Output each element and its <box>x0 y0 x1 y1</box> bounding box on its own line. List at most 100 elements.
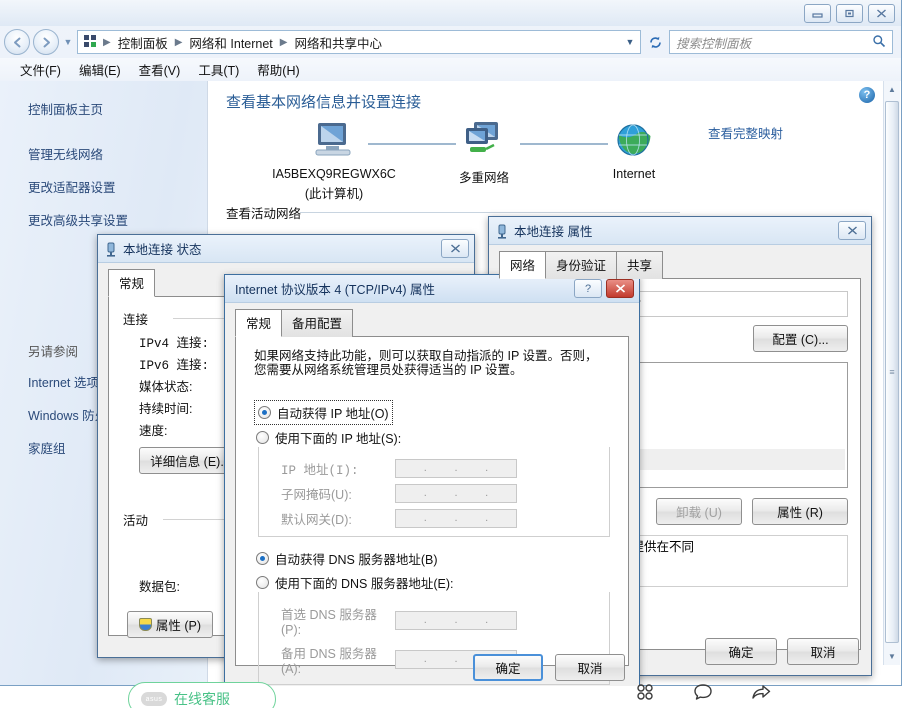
preferred-dns-input[interactable]: . . . <box>395 611 517 630</box>
tab-sharing[interactable]: 共享 <box>616 251 663 279</box>
breadcrumb-item-2[interactable]: 网络和共享中心 <box>291 33 387 52</box>
help-button[interactable]: ? <box>574 279 602 298</box>
obtain-dns-automatically-radio[interactable]: 自动获得 DNS 服务器地址(B) <box>256 549 616 568</box>
default-gateway-label: 默认网关(D): <box>281 509 389 528</box>
history-dropdown-icon[interactable]: ▼ <box>62 37 74 47</box>
dialog-titlebar: 本地连接 属性 <box>489 217 871 245</box>
breadcrumb-item-1[interactable]: 网络和 Internet <box>185 33 276 52</box>
asus-online-support-widget[interactable]: asus 在线客服 <box>128 682 276 708</box>
help-icon[interactable]: ? <box>859 87 875 103</box>
dialog-window-controls <box>441 239 469 258</box>
menu-help[interactable]: 帮助(H) <box>249 58 307 81</box>
dialog-title: 本地连接 属性 <box>514 221 592 240</box>
details-button[interactable]: 详细信息 (E). <box>139 447 235 474</box>
dialog-title: 本地连接 状态 <box>123 239 201 258</box>
tab-general[interactable]: 常规 <box>235 309 282 337</box>
close-button[interactable] <box>838 221 866 240</box>
uac-shield-icon <box>139 618 152 631</box>
address-bar[interactable]: ▶ 控制面板 ▶ 网络和 Internet ▶ 网络和共享中心 ▼ <box>77 30 641 54</box>
apps-grid-icon[interactable] <box>634 681 656 706</box>
back-button[interactable] <box>4 29 30 55</box>
close-button[interactable] <box>606 279 634 298</box>
scrollbar-thumb[interactable]: ≡ <box>885 101 899 643</box>
preferred-dns-label: 首选 DNS 服务器(P): <box>281 604 389 637</box>
breadcrumb-separator: ▶ <box>102 37 112 48</box>
scrollbar-grip: ≡ <box>889 367 894 377</box>
search-input[interactable]: 搜索控制面板 <box>676 33 872 52</box>
dialog-tabs: 网络 身份验证 共享 <box>489 251 871 279</box>
sidebar-item-advanced-sharing[interactable]: 更改高级共享设置 <box>28 210 207 229</box>
use-following-ip-label: 使用下面的 IP 地址(S): <box>275 428 401 447</box>
ip-dot: . <box>485 512 488 524</box>
breadcrumb-item-0[interactable]: 控制面板 <box>114 33 172 52</box>
use-following-dns-radio[interactable]: 使用下面的 DNS 服务器地址(E): <box>256 573 616 592</box>
asus-logo: asus <box>141 692 167 706</box>
sidebar-item-control-panel-home[interactable]: 控制面板主页 <box>28 99 207 118</box>
ip-dot: . <box>424 487 427 499</box>
close-button[interactable] <box>441 239 469 258</box>
properties-button[interactable]: 属性 (P) <box>127 611 213 638</box>
obtain-ip-automatically-radio[interactable]: 自动获得 IP 地址(O) <box>256 402 391 423</box>
network-adapter-icon <box>497 224 507 238</box>
radio-indicator <box>256 576 269 589</box>
menu-tools[interactable]: 工具(T) <box>190 58 247 81</box>
menu-file[interactable]: 文件(F) <box>12 58 69 81</box>
ok-button[interactable]: 确定 <box>705 638 777 665</box>
ip-address-input[interactable]: . . . <box>395 459 517 478</box>
dialog-tabs: 常规 备用配置 <box>225 309 639 337</box>
forward-button[interactable] <box>33 29 59 55</box>
description-line-2: 您需要从网络系统管理员处获得适当的 IP 设置。 <box>254 363 610 377</box>
activity-section-heading: 活动 <box>123 514 148 528</box>
sidebar-item-change-adapter[interactable]: 更改适配器设置 <box>28 177 207 196</box>
vertical-scrollbar[interactable]: ▲ ≡ ▼ <box>883 81 900 665</box>
minimize-button[interactable] <box>804 4 831 23</box>
dialog-buttons: 确定 取消 <box>705 638 859 665</box>
multiple-networks-icon[interactable] <box>460 121 508 161</box>
chevron-down-icon[interactable]: ▼ <box>622 37 638 47</box>
default-gateway-input[interactable]: . . . <box>395 509 517 528</box>
tab-alternate-config[interactable]: 备用配置 <box>281 309 353 337</box>
chat-bubble-icon[interactable] <box>692 681 714 706</box>
window-controls <box>804 4 895 23</box>
properties-button[interactable]: 属性 (R) <box>752 498 848 525</box>
breadcrumb-separator: ▶ <box>279 37 289 48</box>
subnet-mask-input[interactable]: . . . <box>395 484 517 503</box>
scroll-up-arrow-icon[interactable]: ▲ <box>884 81 900 98</box>
search-icon <box>872 34 886 51</box>
ip-dot: . <box>424 462 427 474</box>
maximize-button[interactable] <box>836 4 863 23</box>
tab-network[interactable]: 网络 <box>499 251 546 279</box>
use-following-dns-label: 使用下面的 DNS 服务器地址(E): <box>275 573 453 592</box>
ok-button[interactable]: 确定 <box>473 654 543 681</box>
this-computer-label: (此计算机) <box>254 183 414 202</box>
sidebar-item-manage-wireless[interactable]: 管理无线网络 <box>28 144 207 163</box>
link-line-2 <box>520 143 608 145</box>
close-button[interactable] <box>868 4 895 23</box>
computer-icon[interactable] <box>310 121 358 161</box>
scroll-down-arrow-icon[interactable]: ▼ <box>884 648 900 665</box>
link-line-1 <box>368 143 456 145</box>
screen: ▼ ▶ 控制面板 ▶ 网络和 Internet ▶ 网络和共享中心 ▼ <box>0 0 902 708</box>
use-following-ip-radio[interactable]: 使用下面的 IP 地址(S): <box>256 428 616 447</box>
refresh-button[interactable] <box>644 30 666 54</box>
view-full-map-link[interactable]: 查看完整映射 <box>708 123 783 142</box>
menu-view[interactable]: 查看(V) <box>131 58 189 81</box>
dialog-window-controls <box>838 221 866 240</box>
tab-authentication[interactable]: 身份验证 <box>545 251 617 279</box>
cancel-button[interactable]: 取消 <box>555 654 625 681</box>
configure-button[interactable]: 配置 (C)... <box>753 325 848 352</box>
description-line-1: 如果网络支持此功能，则可以获取自动指派的 IP 设置。否则， <box>254 349 610 363</box>
search-box[interactable]: 搜索控制面板 <box>669 30 893 54</box>
ip-address-label: IP 地址(I): <box>281 459 389 478</box>
tray-icons <box>634 681 772 706</box>
uninstall-button[interactable]: 卸载 (U) <box>656 498 742 525</box>
ip-dot: . <box>454 487 457 499</box>
share-arrow-icon[interactable] <box>750 681 772 706</box>
ip-dot: . <box>424 614 427 626</box>
tab-general[interactable]: 常规 <box>108 269 155 297</box>
menu-edit[interactable]: 编辑(E) <box>71 58 129 81</box>
ip-dot: . <box>454 512 457 524</box>
cancel-button[interactable]: 取消 <box>787 638 859 665</box>
ip-dot: . <box>485 462 488 474</box>
internet-globe-icon[interactable] <box>614 121 662 161</box>
